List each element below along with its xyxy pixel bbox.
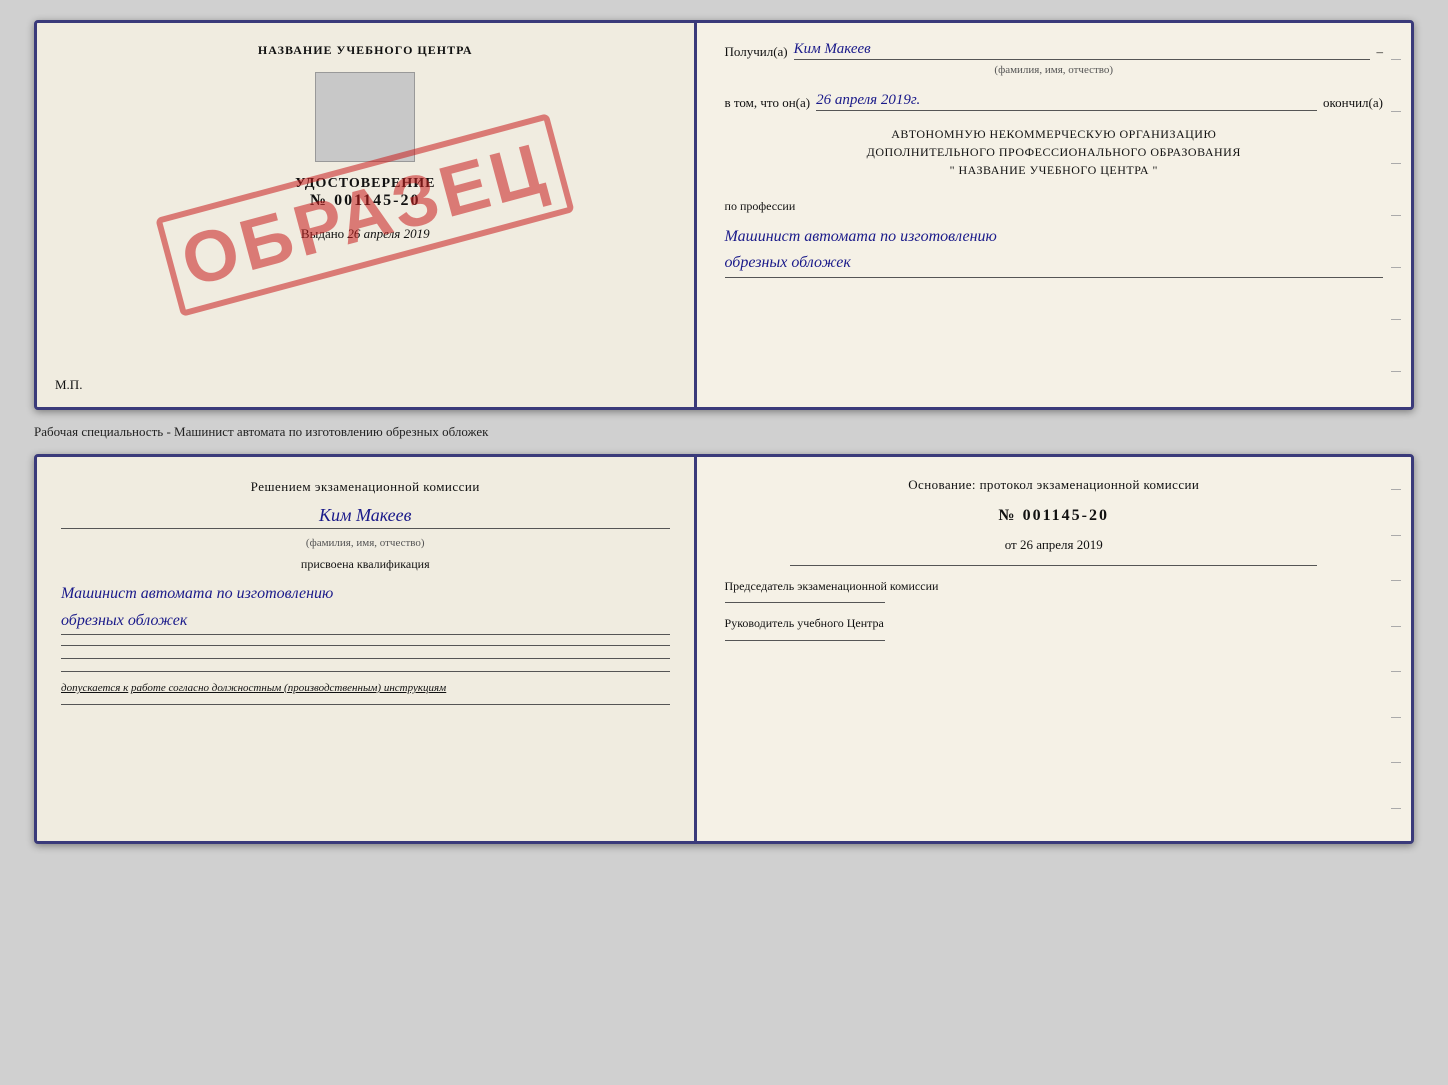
cert-left-side: НАЗВАНИЕ УЧЕБНОГО ЦЕНТРА УДОСТОВЕРЕНИЕ №…: [37, 23, 697, 407]
org-line2: ДОПОЛНИТЕЛЬНОГО ПРОФЕССИОНАЛЬНОГО ОБРАЗО…: [725, 143, 1383, 161]
insert-right-decorative-lines: [1391, 457, 1403, 841]
vtom-date-line: 26 апреля 2019г.: [816, 92, 1317, 111]
dopusk-text: работе согласно должностным (производств…: [131, 682, 446, 694]
profession-value: Машинист автомата по изготовлению обрезн…: [725, 224, 1383, 278]
cert-right-side: Получил(а) Ким Макеев – (фамилия, имя, о…: [697, 23, 1411, 407]
cert-school-title: НАЗВАНИЕ УЧЕБНОГО ЦЕНТРА: [258, 43, 473, 58]
insert-qualification: Машинист автомата по изготовлению обрезн…: [61, 580, 670, 635]
insert-line-4: [61, 704, 670, 705]
dopusk-text-inner: работе согласно должностным (производств…: [131, 682, 446, 694]
profession-line1: Машинист автомата по изготовлению: [725, 228, 997, 245]
rukovoditel-label: Руководитель учебного Центра: [725, 615, 1383, 632]
poluchil-name: Ким Макеев: [794, 41, 871, 57]
insert-line-3: [61, 671, 670, 672]
dopusk-prefix: допускается к: [61, 682, 128, 694]
insert-book: Решением экзаменационной комиссии Ким Ма…: [34, 454, 1414, 844]
chairman-row: Председатель экзаменационной комиссии: [725, 578, 1383, 604]
org-line1: АВТОНОМНУЮ НЕКОММЕРЧЕСКУЮ ОРГАНИЗАЦИЮ: [725, 125, 1383, 143]
cert-photo-placeholder: [315, 72, 415, 162]
cert-number: № 001145-20: [310, 192, 421, 210]
qual-line2: обрезных обложек: [61, 612, 187, 629]
osnov-heading: Основание: протокол экзаменационной коми…: [725, 475, 1383, 495]
po-professii: по профессии: [725, 199, 1383, 214]
insert-line-1: [61, 645, 670, 646]
insert-heading: Решением экзаменационной комиссии: [61, 477, 670, 497]
chairman-label: Председатель экзаменационной комиссии: [725, 578, 1383, 595]
insert-protocol-number: № 001145-20: [725, 507, 1383, 525]
fio-subtext: (фамилия, имя, отчество): [725, 64, 1383, 76]
insert-line-2: [61, 658, 670, 659]
insert-protocol-date: от 26 апреля 2019: [725, 537, 1383, 553]
chairman-signature-line: [725, 602, 885, 603]
rukovoditel-row: Руководитель учебного Центра: [725, 615, 1383, 641]
protocol-date: 26 апреля 2019: [1020, 537, 1103, 552]
insert-dopusk: допускается к работе согласно должностны…: [61, 682, 670, 694]
poluchil-row: Получил(а) Ким Макеев –: [725, 41, 1383, 60]
org-block: АВТОНОМНУЮ НЕКОММЕРЧЕСКУЮ ОРГАНИЗАЦИЮ ДО…: [725, 125, 1383, 179]
vydano-date: 26 апреля 2019: [347, 226, 429, 241]
cert-vydano: Выдано 26 апреля 2019: [301, 226, 430, 242]
vtom-prefix: в том, что он(а): [725, 95, 811, 111]
certificate-book: НАЗВАНИЕ УЧЕБНОГО ЦЕНТРА УДОСТОВЕРЕНИЕ №…: [34, 20, 1414, 410]
document-container: НАЗВАНИЕ УЧЕБНОГО ЦЕНТРА УДОСТОВЕРЕНИЕ №…: [34, 20, 1414, 844]
vydano-prefix: Выдано: [301, 226, 344, 241]
insert-left-side: Решением экзаменационной комиссии Ким Ма…: [37, 457, 697, 841]
ot-prefix: от: [1005, 537, 1017, 552]
separator-text: Рабочая специальность - Машинист автомат…: [34, 420, 1414, 444]
vtom-date: 26 апреля 2019г.: [816, 92, 920, 108]
dash1: –: [1376, 44, 1383, 60]
vtom-row: в том, что он(а) 26 апреля 2019г. окончи…: [725, 92, 1383, 111]
poluchil-label: Получил(а): [725, 44, 788, 60]
cert-udost-label: УДОСТОВЕРЕНИЕ: [295, 176, 435, 192]
qual-line1: Машинист автомата по изготовлению: [61, 585, 333, 602]
org-line3: " НАЗВАНИЕ УЧЕБНОГО ЦЕНТРА ": [725, 161, 1383, 179]
poluchil-value: Ким Макеев: [794, 41, 1371, 60]
insert-fio-label: (фамилия, имя, отчество): [61, 537, 670, 549]
cert-mp: М.П.: [55, 377, 82, 393]
insert-name: Ким Макеев: [61, 505, 670, 529]
insert-prisvoena: присвоена квалификация: [61, 557, 670, 572]
insert-right-side: Основание: протокол экзаменационной коми…: [697, 457, 1411, 841]
profession-line2: обрезных обложек: [725, 254, 851, 271]
right-side-decorative-lines: [1391, 23, 1403, 407]
rukovoditel-signature-line: [725, 640, 885, 641]
date-underline: [790, 565, 1317, 566]
okonchil-label: окончил(а): [1323, 95, 1383, 111]
